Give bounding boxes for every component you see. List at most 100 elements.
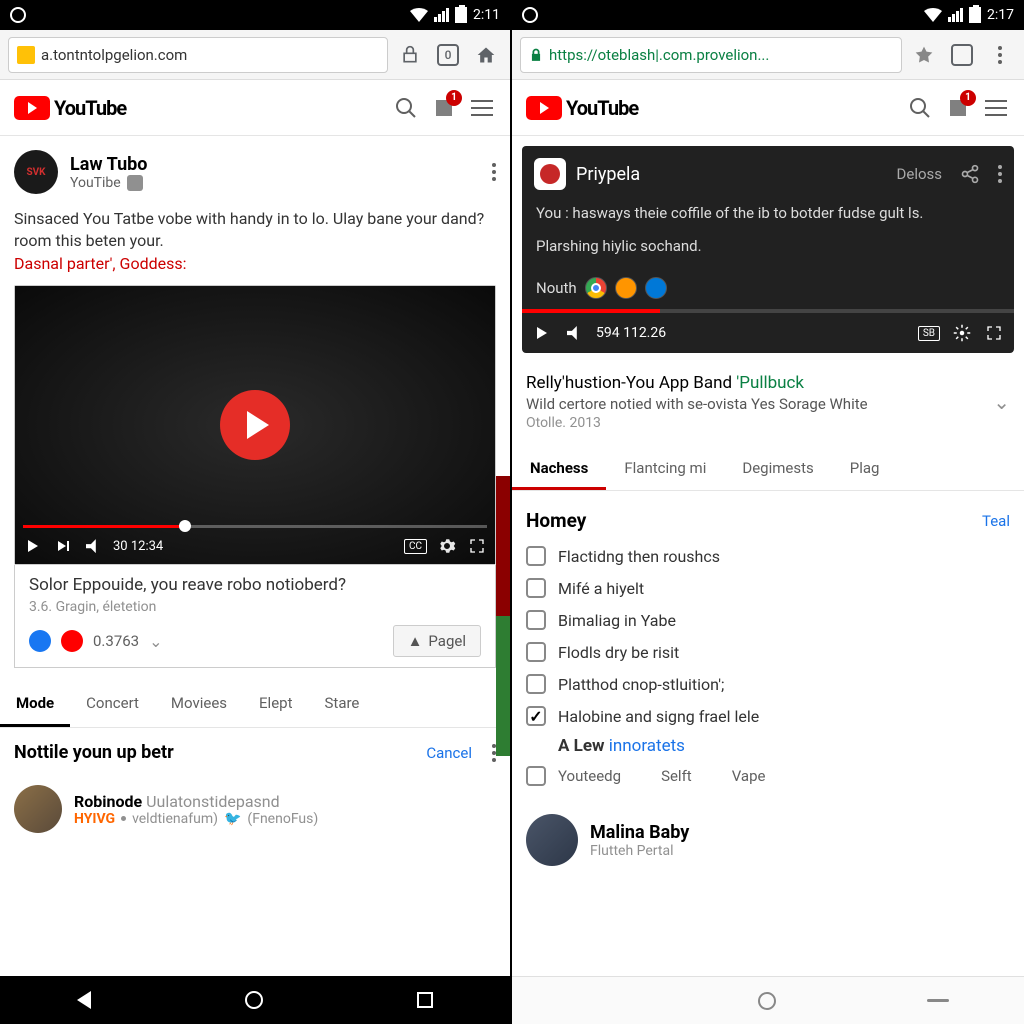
list-item[interactable]: Platthod cnop-stluition'; [512, 668, 1024, 700]
post-link[interactable]: Dasnal parter', Goddess: [14, 254, 186, 273]
tab-stare[interactable]: Stare [309, 682, 376, 727]
checkbox[interactable] [526, 546, 546, 566]
facebook-icon[interactable] [29, 630, 51, 652]
search-result[interactable]: Relly'hustion-You App Band 'Pullbuck Wil… [512, 363, 1024, 441]
status-bar: 2:17 [512, 0, 1024, 30]
tab-flantcing[interactable]: Flantcing mi [606, 449, 724, 490]
list-item[interactable]: Mifé a hiyelt [512, 572, 1024, 604]
next-icon[interactable] [53, 536, 73, 556]
play-icon[interactable] [532, 323, 552, 343]
channel-avatar[interactable]: SVK [14, 150, 58, 194]
menu-icon[interactable] [982, 94, 1010, 122]
home-button[interactable] [245, 991, 263, 1009]
search-icon[interactable] [906, 94, 934, 122]
progress-bar[interactable] [522, 309, 1014, 313]
chevron-down-icon[interactable]: ⌄ [149, 632, 162, 651]
tab-movies[interactable]: Moviees [155, 682, 243, 727]
battery-icon [969, 7, 981, 23]
share-icon[interactable] [394, 39, 426, 71]
tab-concert[interactable]: Concert [70, 682, 155, 727]
chevron-down-icon[interactable]: ⌄ [993, 390, 1010, 414]
checkbox[interactable] [526, 642, 546, 662]
menu-icon[interactable] [468, 94, 496, 122]
card-action[interactable]: Deloss [897, 165, 942, 183]
fullscreen-icon[interactable] [467, 536, 487, 556]
tab-degimests[interactable]: Degimests [724, 449, 831, 490]
list-item[interactable]: Halobine and signg frael lele [512, 700, 1024, 732]
url-text: https://oteblash|.com.provelion... [549, 46, 769, 64]
tabs-button[interactable] [946, 39, 978, 71]
user-avatar[interactable] [14, 785, 62, 833]
youtube-play-icon [14, 96, 50, 120]
checkbox[interactable] [526, 706, 546, 726]
list-item[interactable]: Flodls dry be risit [512, 636, 1024, 668]
play-button[interactable] [220, 390, 290, 460]
play-icon[interactable] [23, 536, 43, 556]
teal-link[interactable]: Teal [982, 512, 1010, 530]
settings-icon[interactable] [437, 536, 457, 556]
checkbox[interactable] [526, 578, 546, 598]
more-icon[interactable] [984, 39, 1016, 71]
url-field[interactable]: https://oteblash|.com.provelion... [520, 37, 902, 73]
tab-mode[interactable]: Mode [0, 682, 70, 727]
more-icon[interactable] [492, 163, 496, 181]
fullscreen-icon[interactable] [984, 323, 1004, 343]
inbox-icon[interactable]: 1 [430, 94, 458, 122]
volume-icon[interactable] [83, 536, 103, 556]
youtube-header: YouTube 1 [0, 80, 510, 136]
youtube-logo[interactable]: YouTube [14, 96, 126, 120]
settings-icon[interactable] [952, 323, 972, 343]
inbox-icon[interactable]: 1 [944, 94, 972, 122]
user-row[interactable]: Robinode Uulatonstidepasnd HYIVG veldtie… [0, 777, 510, 841]
alew-row[interactable]: A Lew innoratets [512, 732, 1024, 760]
tabs-button[interactable]: 0 [432, 39, 464, 71]
home-button[interactable] [758, 992, 776, 1010]
bottom-user-row[interactable]: Malina Baby Flutteh Pertal [512, 802, 1024, 878]
share-icon[interactable] [960, 164, 980, 184]
tab-nachess[interactable]: Nachess [512, 449, 606, 490]
list-item[interactable]: Bimaliag in Yabe [512, 604, 1024, 636]
more-icon[interactable] [998, 165, 1002, 183]
volume-icon[interactable] [564, 323, 584, 343]
youtube-play-icon [526, 96, 562, 120]
recent-button[interactable] [417, 992, 433, 1008]
list-item[interactable]: Flactidng then roushcs [512, 540, 1024, 572]
url-text: a.tontntolpgelion.com [41, 46, 187, 64]
browser-url-bar: https://oteblash|.com.provelion... [512, 30, 1024, 80]
status-icon [522, 7, 538, 23]
status-icon [10, 7, 26, 23]
checkbox[interactable] [526, 766, 546, 786]
page-button[interactable]: ▲Pagel [393, 625, 481, 657]
battery-icon [455, 7, 467, 23]
verified-icon [127, 175, 143, 191]
chrome-icon[interactable] [585, 277, 607, 299]
user-avatar[interactable] [526, 814, 578, 866]
checkbox[interactable] [526, 674, 546, 694]
search-icon[interactable] [392, 94, 420, 122]
signal-icon [948, 8, 963, 22]
player-time: 594 112.26 [596, 325, 666, 341]
channel-name[interactable]: Law Tubo [70, 154, 480, 175]
firefox-icon[interactable] [615, 277, 637, 299]
list-item[interactable]: Youteedg Selft Vape [512, 760, 1024, 792]
checkbox[interactable] [526, 610, 546, 630]
edge-icon[interactable] [645, 277, 667, 299]
player-time: 30 12:34 [113, 539, 163, 554]
tab-plag[interactable]: Plag [832, 449, 898, 490]
home-icon[interactable] [470, 39, 502, 71]
cancel-link[interactable]: Cancel [426, 744, 472, 762]
back-button[interactable] [77, 991, 91, 1009]
video-title: Solor Eppouide, you reave robo notioberd… [29, 575, 481, 595]
tab-elept[interactable]: Elept [243, 682, 308, 727]
card-avatar[interactable] [534, 158, 566, 190]
youtube-logo[interactable]: YouTube [526, 96, 638, 120]
side-thumbnails[interactable] [496, 476, 510, 756]
recent-button[interactable] [927, 999, 949, 1002]
quality-icon[interactable]: SB [918, 326, 940, 341]
cc-icon[interactable]: CC [404, 539, 427, 554]
section-header: Nottile youn up betr Cancel [0, 728, 510, 777]
video-player[interactable]: 30 12:34 CC [14, 285, 496, 565]
youtube-share-icon[interactable] [61, 630, 83, 652]
info-icon[interactable] [908, 39, 940, 71]
url-field[interactable]: a.tontntolpgelion.com [8, 37, 388, 73]
